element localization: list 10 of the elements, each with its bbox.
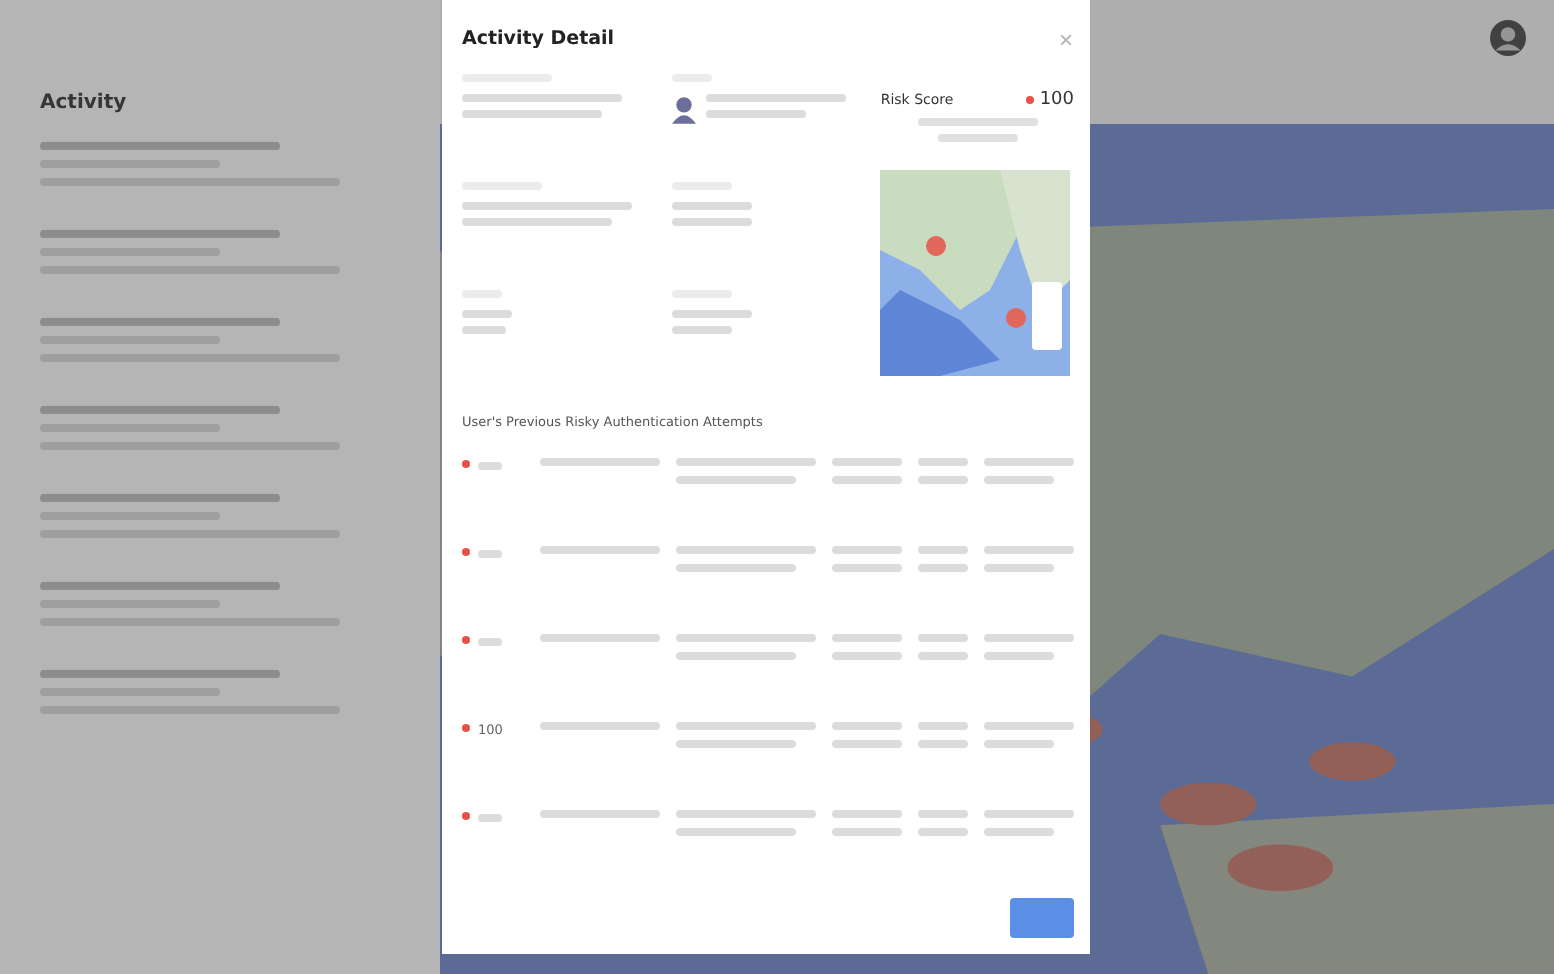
avatar-icon[interactable] <box>1490 20 1526 56</box>
dialog-title: Activity Detail <box>462 28 615 50</box>
sidebar-title: Activity <box>40 92 129 114</box>
blurred-text <box>705 110 806 118</box>
close-icon[interactable] <box>1058 31 1074 47</box>
user-icon <box>671 96 696 124</box>
blurred-text <box>705 94 846 102</box>
risk-dot-icon <box>1025 96 1034 104</box>
risk-score-value: 100 <box>1039 90 1075 110</box>
blurred-text <box>462 110 602 118</box>
